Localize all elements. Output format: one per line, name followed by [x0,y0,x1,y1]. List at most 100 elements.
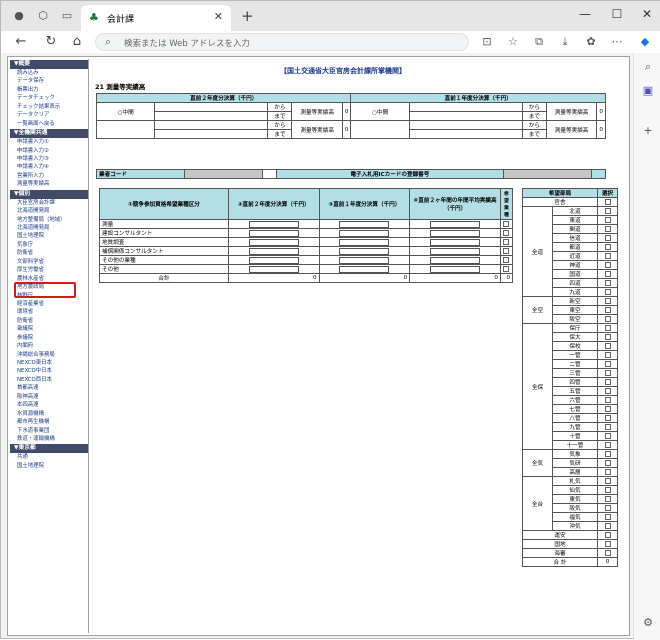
bureau-checkbox[interactable] [604,432,611,439]
tab-active[interactable]: ♣ 会計課 ✕ [81,5,231,31]
bureau-checkbox[interactable] [604,351,611,358]
sidebar-link[interactable]: 北海道開発局 [10,207,88,215]
bureau-checkbox[interactable] [604,306,611,313]
bureau-checkbox[interactable] [604,243,611,250]
bureau-checkbox[interactable] [604,225,611,232]
teams-icon[interactable]: ▣ [640,83,656,99]
sidebar-link[interactable]: 衆議院 [10,325,88,333]
amount-input[interactable] [339,265,390,273]
bureau-checkbox[interactable] [604,495,611,502]
sidebar-link[interactable]: 水資源機構 [10,410,88,418]
sidebar-link[interactable]: NEXCO西日本 [10,376,88,384]
sidebar-link[interactable]: NEXCO中日本 [10,367,88,375]
maximize-icon[interactable]: ☐ [607,7,627,21]
hope-checkbox[interactable] [503,247,510,254]
bureau-checkbox[interactable] [604,531,611,538]
bureau-checkbox[interactable] [604,468,611,475]
hope-checkbox[interactable] [503,220,510,227]
download-icon[interactable]: ⤓ [557,35,573,49]
sidebar-link[interactable]: 文部科学省 [10,258,88,266]
sidebar-link[interactable]: 参議院 [10,334,88,342]
sidebar-link[interactable]: 都市再生機構 [10,418,88,426]
home-icon[interactable]: ⌂ [69,34,85,50]
bureau-checkbox[interactable] [604,459,611,466]
sidebar-link[interactable]: 共通 [10,453,88,461]
hope-checkbox[interactable] [503,265,510,272]
middle-radio-left[interactable]: ○中間 [95,102,156,121]
hope-checkbox[interactable] [503,229,510,236]
bureau-checkbox[interactable] [604,405,611,412]
close-window-icon[interactable]: ✕ [637,7,657,21]
bureau-checkbox[interactable] [604,414,611,421]
sidebar-link[interactable]: 下水道事業団 [10,427,88,435]
bureau-checkbox[interactable] [604,450,611,457]
bureau-checkbox[interactable] [604,297,611,304]
bureau-checkbox[interactable] [604,198,611,205]
bureau-checkbox[interactable] [604,288,611,295]
bureau-checkbox[interactable] [604,324,611,331]
sidebar-search-icon[interactable]: ⌕ [640,59,656,75]
amount-input[interactable] [430,220,481,228]
bureau-checkbox[interactable] [604,396,611,403]
sidebar-link[interactable]: 首都高速 [10,384,88,392]
add-sidebar-icon[interactable]: + [640,123,656,139]
bureau-checkbox[interactable] [604,477,611,484]
sidebar-link[interactable]: 申請書入力④ [10,163,88,171]
amount-input[interactable] [248,229,299,237]
favorite-icon[interactable]: ☆ [505,35,521,48]
bureau-checkbox[interactable] [604,486,611,493]
amount-input[interactable] [248,247,299,255]
sidebar-link[interactable]: 国土地理院 [10,462,88,470]
sidebar-link[interactable]: 気象庁 [10,241,88,249]
more-icon[interactable]: ⋯ [609,35,625,48]
reading-view-icon[interactable]: ⊡ [479,35,495,48]
sidebar-link[interactable]: 沖縄総合事務局 [10,351,88,359]
hope-checkbox[interactable] [503,256,510,263]
bureau-checkbox[interactable] [604,207,611,214]
bureau-checkbox[interactable] [604,261,611,268]
workspaces-icon[interactable]: ⬡ [35,9,51,23]
close-tab-icon[interactable]: ✕ [214,10,223,23]
amount-input[interactable] [430,256,481,264]
amount-input[interactable] [430,247,481,255]
sidebar-link[interactable]: 防衛省 [10,249,88,257]
sidebar-link[interactable]: 一覧画面へ戻る [10,120,88,128]
sidebar-link[interactable]: 防衛省 [10,317,88,325]
bureau-checkbox[interactable] [604,234,611,241]
amount-input[interactable] [339,256,390,264]
hope-checkbox[interactable] [503,238,510,245]
sidebar-link[interactable]: 大臣官房会計課 [10,199,88,207]
bureau-checkbox[interactable] [604,540,611,547]
amount-input[interactable] [248,256,299,264]
copilot-icon[interactable]: ◆ [637,35,653,48]
amount-input[interactable] [339,229,390,237]
amount-input[interactable] [248,220,299,228]
amount-input[interactable] [430,238,481,246]
bureau-checkbox[interactable] [604,387,611,394]
sidebar-link[interactable]: データ保存 [10,77,88,85]
sidebar-link[interactable]: チェック結果表示 [10,103,88,111]
sidebar-link[interactable]: 経済産業省 [10,300,88,308]
bureau-checkbox[interactable] [604,342,611,349]
amount-input[interactable] [339,247,390,255]
sidebar-link[interactable]: 本四高速 [10,401,88,409]
new-tab-icon[interactable]: + [241,7,254,25]
bureau-checkbox[interactable] [604,270,611,277]
sidebar-link[interactable]: データチェック [10,94,88,102]
address-input[interactable]: 検索または Web アドレスを入力 [124,37,250,49]
amount-input[interactable] [430,229,481,237]
sidebar-link[interactable]: 地方整備局（地域） [10,216,88,224]
sidebar-link[interactable]: 営業所入力 [10,172,88,180]
amount-input[interactable] [430,265,481,273]
sidebar-link[interactable]: 阪神高速 [10,393,88,401]
ic-card-field[interactable] [503,169,592,179]
minimize-icon[interactable]: — [575,7,595,21]
bureau-checkbox[interactable] [604,333,611,340]
extensions-icon[interactable]: ✿ [583,35,599,48]
bureau-checkbox[interactable] [604,216,611,223]
settings-gear-icon[interactable]: ⚙ [640,615,656,631]
bureau-checkbox[interactable] [604,513,611,520]
bureau-checkbox[interactable] [604,360,611,367]
bureau-checkbox[interactable] [604,504,611,511]
sidebar-link[interactable]: 申請書入力① [10,138,88,146]
